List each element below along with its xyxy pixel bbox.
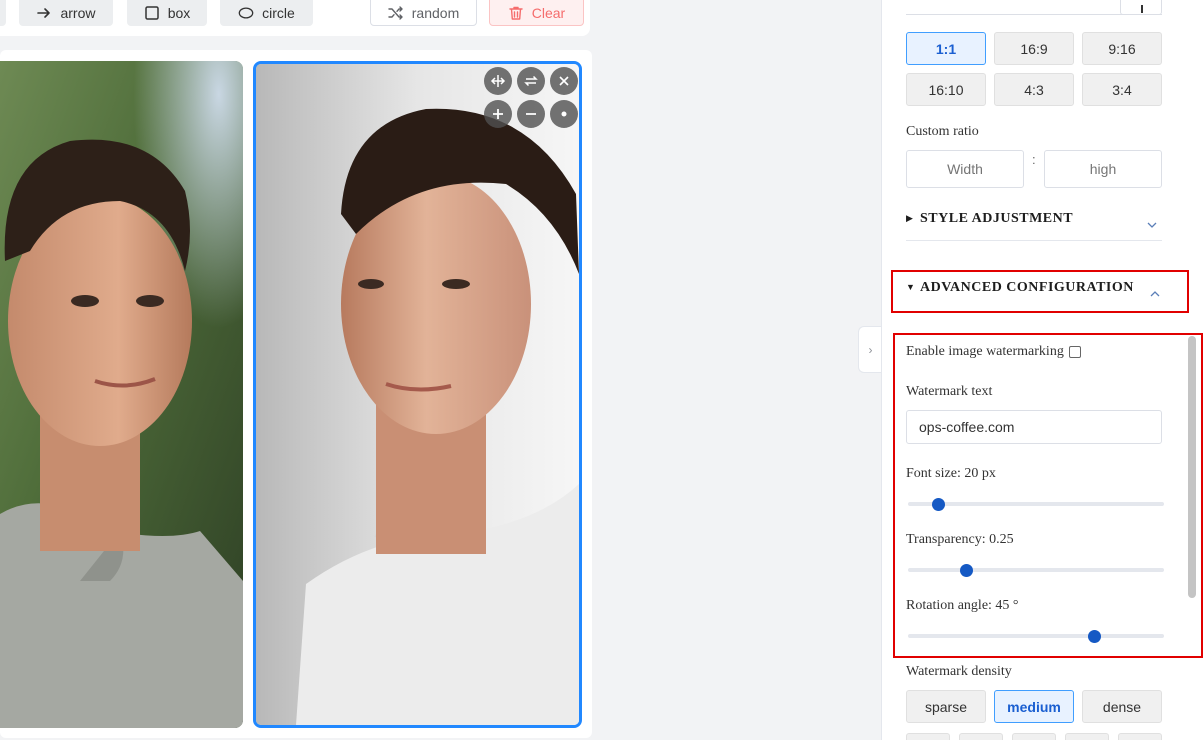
partial-input-button[interactable] <box>1120 0 1162 15</box>
ratio-label: 4:3 <box>1024 81 1044 98</box>
ellipse-icon <box>238 7 254 19</box>
panel-scrollbar[interactable] <box>1188 336 1196 598</box>
ratio-16-9-button[interactable]: 16:9 <box>994 32 1074 65</box>
highlight-box-watermark <box>893 333 1203 658</box>
random-button-label: random <box>411 5 460 21</box>
density-label: sparse <box>924 698 968 715</box>
circle-button[interactable]: circle <box>220 0 313 26</box>
density-sparse-button[interactable]: sparse <box>906 690 986 723</box>
close-icon[interactable] <box>550 67 578 95</box>
ratio-label: 1:1 <box>935 40 957 57</box>
box-button-label: box <box>167 5 191 21</box>
ratio-4-3-button[interactable]: 4:3 <box>994 73 1074 106</box>
ratio-9-16-button[interactable]: 9:16 <box>1082 32 1162 65</box>
partial-button[interactable] <box>1065 733 1109 740</box>
circle-button-label: circle <box>262 5 295 21</box>
clear-button[interactable]: Clear <box>489 0 584 26</box>
partial-button[interactable] <box>1118 733 1162 740</box>
custom-ratio-label: Custom ratio <box>906 124 979 139</box>
clear-button-label: Clear <box>531 5 566 21</box>
ratio-16-10-button[interactable]: 16:10 <box>906 73 986 106</box>
annotation-toolbar: arrow box circle random Clear <box>0 0 590 36</box>
image-thumbnail-left[interactable] <box>0 61 243 728</box>
swap-icon[interactable] <box>517 67 545 95</box>
arrow-button[interactable]: arrow <box>19 0 113 26</box>
zoom-in-icon[interactable] <box>484 100 512 128</box>
reset-dot-icon[interactable] <box>550 100 578 128</box>
trash-icon <box>509 6 523 20</box>
shuffle-icon <box>388 6 403 20</box>
move-icon[interactable] <box>484 67 512 95</box>
density-dense-button[interactable]: dense <box>1082 690 1162 723</box>
ratio-label: 16:9 <box>1020 40 1048 57</box>
ratio-label: 9:16 <box>1108 40 1136 57</box>
style-adjustment-title: STYLE ADJUSTMENT <box>920 211 1074 226</box>
toolbar-partial-button[interactable] <box>0 0 6 26</box>
settings-panel: 1:1 16:9 9:16 16:10 4:3 3:4 Custom ratio… <box>881 0 1204 740</box>
arrow-button-label: arrow <box>60 5 96 21</box>
custom-width-input[interactable] <box>906 150 1024 188</box>
arrow-right-icon <box>37 8 51 18</box>
panel-collapse-toggle[interactable]: › <box>858 326 882 373</box>
chevron-down-icon <box>1147 222 1157 228</box>
box-button[interactable]: box <box>127 0 207 26</box>
portrait-image-right <box>256 64 579 725</box>
image-thumbnail-selected[interactable] <box>253 61 582 728</box>
ratio-separator: : <box>1032 152 1036 167</box>
portrait-image-left <box>0 61 243 728</box>
ratio-1-1-button[interactable]: 1:1 <box>906 32 986 65</box>
chevron-right-icon: › <box>868 342 873 357</box>
density-label: dense <box>1102 698 1142 715</box>
density-label: medium <box>1007 698 1061 715</box>
ratio-3-4-button[interactable]: 3:4 <box>1082 73 1162 106</box>
ratio-label: 16:10 <box>928 81 964 98</box>
highlight-box-header <box>891 270 1189 313</box>
zoom-out-icon[interactable] <box>517 100 545 128</box>
random-button[interactable]: random <box>370 0 477 26</box>
partial-button[interactable] <box>906 733 950 740</box>
ratio-label: 3:4 <box>1112 81 1132 98</box>
partial-icon <box>1141 5 1143 13</box>
partial-button[interactable] <box>959 733 1003 740</box>
partial-button[interactable] <box>1012 733 1056 740</box>
square-icon <box>144 6 159 20</box>
caret-right-icon: ▶ <box>906 213 913 223</box>
density-medium-button[interactable]: medium <box>994 690 1074 723</box>
watermark-density-label: Watermark density <box>906 664 1012 679</box>
custom-height-input[interactable] <box>1044 150 1162 188</box>
